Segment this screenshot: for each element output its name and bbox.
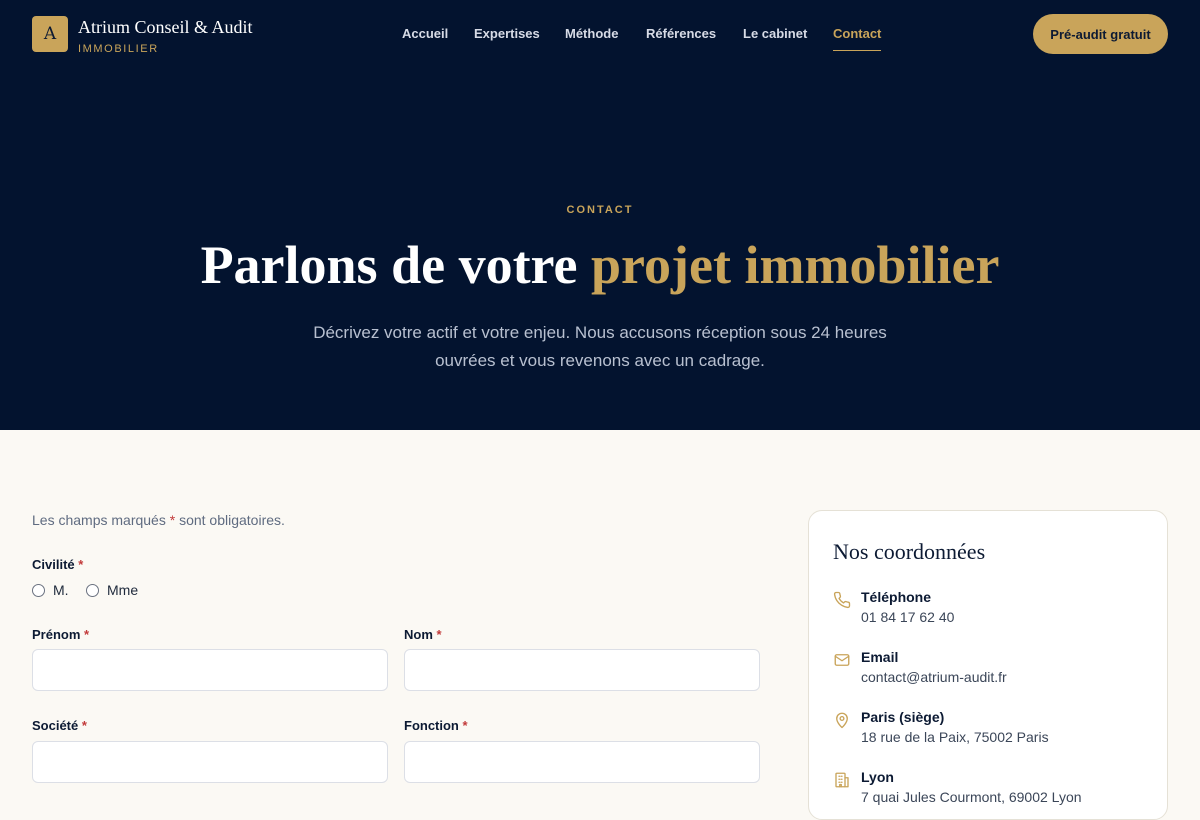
nav-expertises[interactable]: Expertises — [474, 26, 540, 41]
societe-field[interactable] — [32, 741, 388, 783]
radio-mme[interactable]: Mme — [86, 582, 138, 598]
radio-m[interactable]: M. — [32, 582, 69, 598]
fonction-label: Fonction * — [404, 718, 468, 733]
page-title-main: Parlons de votre — [200, 235, 592, 295]
nom-label-text: Nom — [404, 627, 433, 642]
nav-le-cabinet[interactable]: Le cabinet — [743, 26, 807, 41]
contact-email-label: Email — [861, 649, 899, 665]
hero-eyebrow: CONTACT — [566, 204, 634, 216]
required-fields-note: Les champs marqués * sont obligatoires. — [32, 512, 285, 528]
societe-label: Société * — [32, 718, 87, 733]
radio-mme-label[interactable]: Mme — [107, 582, 138, 598]
logo-mark[interactable]: A — [32, 16, 68, 52]
prenom-label: Prénom * — [32, 627, 89, 642]
prenom-field[interactable] — [32, 649, 388, 691]
contact-paris-label: Paris (siège) — [861, 709, 945, 725]
nav-methode[interactable]: Méthode — [565, 26, 618, 41]
coordinates-title: Nos coordonnées — [833, 539, 986, 564]
fonction-label-text: Fonction — [404, 718, 459, 733]
map-pin-icon — [836, 712, 848, 729]
contact-phone-value[interactable]: 01 84 17 62 40 — [861, 609, 954, 625]
phone-icon — [833, 591, 851, 609]
required-asterisk: * — [462, 718, 468, 733]
page-title-accent: projet immobilier — [591, 235, 1000, 295]
required-asterisk: * — [81, 718, 87, 733]
required-asterisk: * — [436, 627, 442, 642]
nav-accueil[interactable]: Accueil — [402, 26, 448, 41]
mail-icon — [834, 654, 850, 666]
contact-paris-value: 18 rue de la Paix, 75002 Paris — [861, 729, 1049, 745]
contact-phone-label: Téléphone — [861, 589, 932, 605]
civilite-label-text: Civilité — [32, 557, 75, 572]
radio-mme-circle[interactable] — [86, 583, 99, 597]
hero-subtitle: Décrivez votre actif et votre enjeu. Nou… — [313, 323, 887, 370]
contact-lyon-label: Lyon — [861, 769, 894, 785]
prenom-label-text: Prénom — [32, 627, 81, 642]
pre-audit-button[interactable]: Pré-audit gratuit — [1033, 14, 1168, 54]
hero-section: A Atrium Conseil & Audit IMMOBILIER Accu… — [0, 0, 1200, 430]
societe-label-text: Société — [32, 718, 79, 733]
contact-lyon-value: 7 quai Jules Courmont, 69002 Lyon — [861, 789, 1082, 805]
brand-tagline: IMMOBILIER — [78, 43, 159, 55]
radio-m-label[interactable]: M. — [53, 582, 69, 598]
nav-contact[interactable]: Contact — [833, 26, 882, 51]
civilite-label: Civilité * — [32, 557, 83, 572]
nom-label: Nom * — [404, 627, 442, 642]
note-text-after: sont obligatoires. — [175, 512, 285, 528]
required-asterisk: * — [78, 557, 84, 572]
coordinates-card: Nos coordonnées Téléphone 01 84 17 62 40… — [808, 510, 1168, 820]
radio-m-circle[interactable] — [32, 583, 45, 597]
note-text-before: Les champs marqués — [32, 512, 170, 528]
nom-field[interactable] — [404, 649, 760, 691]
required-asterisk: * — [84, 627, 90, 642]
nav-references[interactable]: Références — [646, 26, 716, 41]
building-icon — [835, 772, 849, 788]
brand-name[interactable]: Atrium Conseil & Audit — [78, 17, 253, 38]
fonction-field[interactable] — [404, 741, 760, 783]
contact-email-value[interactable]: contact@atrium-audit.fr — [861, 669, 1007, 685]
page-title: Parlons de votre projet immobilier — [0, 234, 1200, 296]
